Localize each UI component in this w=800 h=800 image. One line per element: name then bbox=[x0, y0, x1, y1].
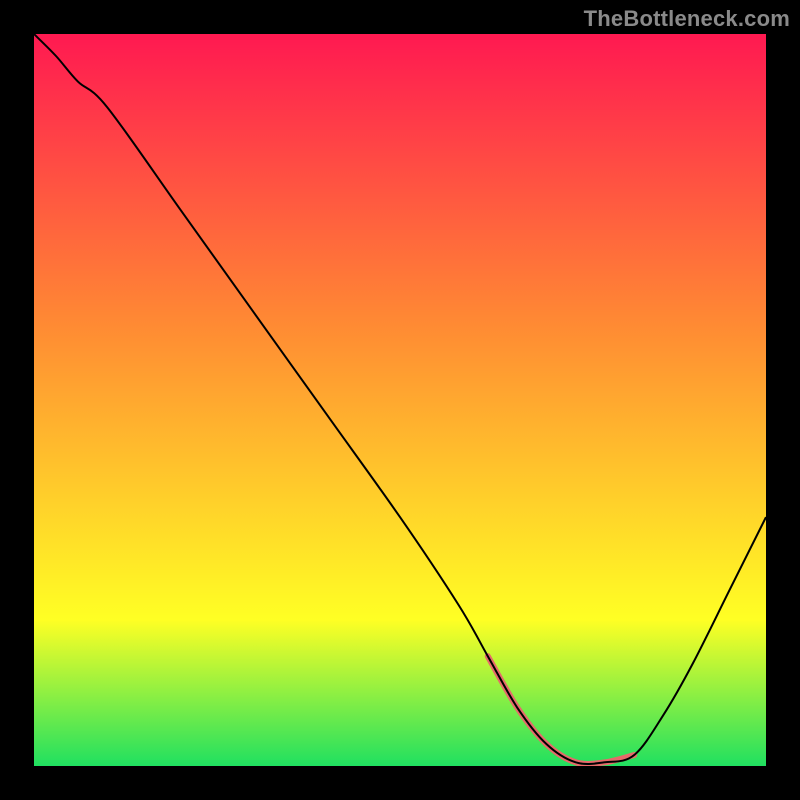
chart-frame: TheBottleneck.com bbox=[0, 0, 800, 800]
chart-svg bbox=[34, 34, 766, 766]
gradient-background bbox=[34, 34, 766, 766]
watermark-text: TheBottleneck.com bbox=[584, 6, 790, 32]
plot-area bbox=[34, 34, 766, 766]
